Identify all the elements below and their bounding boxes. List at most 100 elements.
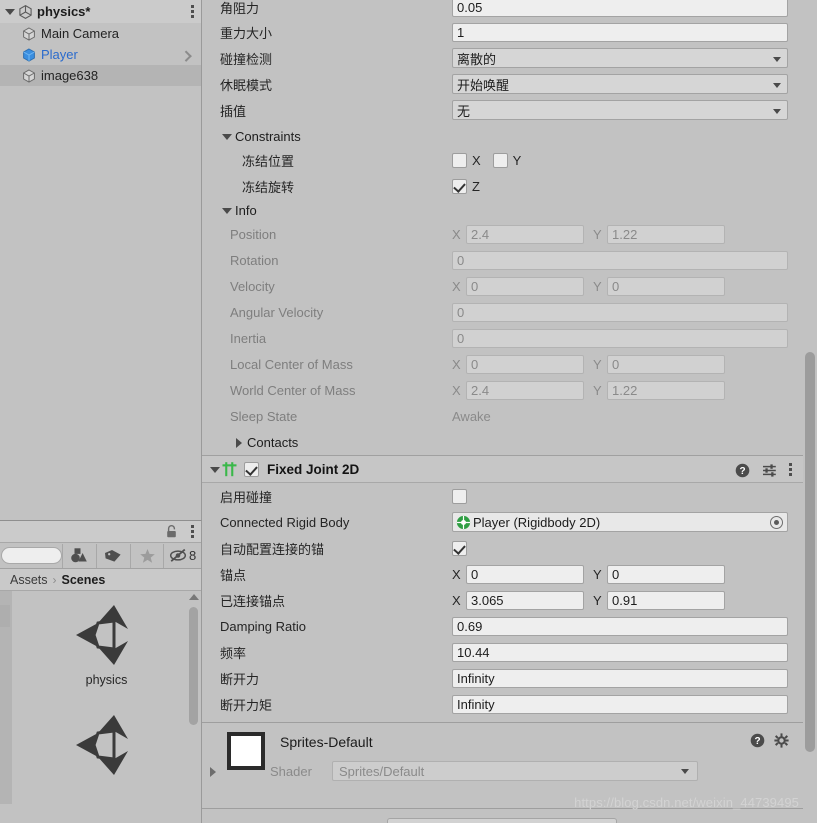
asset-item[interactable] xyxy=(12,701,201,804)
axis-x-label: X xyxy=(452,356,461,372)
chevron-down-icon xyxy=(773,83,781,88)
axis-y-label: Y xyxy=(593,566,602,582)
interpolate-dropdown[interactable]: 无 xyxy=(452,100,788,120)
inertia-value: 0 xyxy=(452,328,788,348)
sleeping-mode-dropdown[interactable]: 开始唤醒 xyxy=(452,74,788,94)
component-kebab-menu-icon[interactable] xyxy=(789,463,793,477)
world-center-y-value: 1.22 xyxy=(607,380,725,400)
chevron-right-icon[interactable] xyxy=(180,50,192,62)
axis-x-label: X xyxy=(452,226,461,242)
hierarchy-kebab-menu-icon[interactable] xyxy=(191,4,195,19)
contacts-section-header[interactable]: Contacts xyxy=(202,429,803,455)
constraints-title: Constraints xyxy=(235,128,301,144)
connected-anchor-x-input[interactable]: 3.065 xyxy=(466,590,584,610)
inspector-content: 角阻力 0.05 重力大小 1 碰撞检测 离散的 休眠模式 开始唤醒 插值 无 … xyxy=(202,0,803,823)
project-kebab-menu-icon[interactable] xyxy=(191,524,195,539)
inspector-panel: 角阻力 0.05 重力大小 1 碰撞检测 离散的 休眠模式 开始唤醒 插值 无 … xyxy=(202,0,817,823)
dropdown-value: 开始唤醒 xyxy=(457,77,510,93)
project-scrollbar[interactable] xyxy=(188,591,200,804)
component-header-fixed-joint-2d[interactable]: Fixed Joint 2D ? xyxy=(202,455,803,483)
property-label: Inertia xyxy=(230,330,267,346)
shader-value: Sprites/Default xyxy=(339,763,425,779)
info-section-header[interactable]: Info xyxy=(202,199,803,221)
freeze-position-x-checkbox[interactable] xyxy=(452,152,467,168)
gear-icon[interactable] xyxy=(774,733,789,748)
chevron-down-icon xyxy=(681,769,689,774)
break-torque-input[interactable]: Infinity xyxy=(452,694,788,714)
property-row-break-force: 断开力 Infinity xyxy=(202,665,803,691)
inspector-scrollbar-thumb[interactable] xyxy=(805,352,815,752)
breadcrumb-current[interactable]: Scenes xyxy=(62,573,106,587)
help-icon[interactable]: ? xyxy=(750,733,765,748)
frequency-input[interactable]: 10.44 xyxy=(452,642,788,662)
project-titlebar xyxy=(0,521,201,543)
hierarchy-item-player[interactable]: Player xyxy=(0,44,201,65)
hierarchy-item-main-camera[interactable]: Main Camera xyxy=(0,23,201,44)
property-row-angular-drag: 角阻力 0.05 xyxy=(202,0,803,19)
auto-configure-connected-anchor-checkbox[interactable] xyxy=(452,540,467,556)
property-row-connected-rigid-body: Connected Rigid Body Player (Rigidbody 2… xyxy=(202,509,803,535)
asset-item[interactable]: physics xyxy=(12,591,201,701)
svg-text:?: ? xyxy=(739,466,745,477)
unity-scene-icon xyxy=(19,4,32,19)
constraints-foldout-icon[interactable] xyxy=(220,130,233,143)
property-label: 插值 xyxy=(220,103,247,119)
label-filter-button[interactable] xyxy=(96,543,130,568)
lock-icon[interactable] xyxy=(166,525,177,538)
component-foldout-icon[interactable] xyxy=(208,463,221,476)
property-label: 休眠模式 xyxy=(220,77,273,93)
connected-anchor-y-input[interactable]: 0.91 xyxy=(607,590,725,610)
scene-foldout-icon[interactable] xyxy=(3,5,16,18)
material-header-icons: ? xyxy=(750,733,789,748)
hidden-assets-button[interactable]: 8 xyxy=(163,543,201,568)
collision-detection-dropdown[interactable]: 离散的 xyxy=(452,48,788,68)
project-search-input[interactable] xyxy=(1,547,63,564)
shader-dropdown[interactable]: Sprites/Default xyxy=(332,761,698,781)
component-enabled-checkbox[interactable] xyxy=(244,461,259,477)
constraints-section-header[interactable]: Constraints xyxy=(202,125,803,147)
property-label: Angular Velocity xyxy=(230,304,324,320)
property-label: 自动配置连接的锚 xyxy=(220,541,325,557)
property-label: 断开力矩 xyxy=(220,697,273,713)
freeze-position-y-checkbox[interactable] xyxy=(492,152,508,168)
help-icon[interactable]: ? xyxy=(735,463,750,478)
hierarchy-scene-row[interactable]: physics* xyxy=(0,0,201,23)
connected-rigid-body-object-field[interactable]: Player (Rigidbody 2D) xyxy=(452,512,788,532)
contacts-foldout-icon[interactable] xyxy=(232,436,245,449)
hierarchy-item-label: image638 xyxy=(41,68,99,83)
axis-y-label: Y xyxy=(512,152,522,168)
freeze-rotation-z-checkbox[interactable] xyxy=(452,178,467,194)
angular-drag-input[interactable]: 0.05 xyxy=(452,0,788,17)
axis-y-label: Y xyxy=(593,592,602,608)
axis-y-label: Y xyxy=(593,226,602,242)
favorite-filter-button[interactable] xyxy=(129,543,164,568)
unity-scene-icon xyxy=(75,715,128,775)
material-foldout-icon[interactable] xyxy=(210,767,216,777)
component-header-icons: ? xyxy=(735,456,793,484)
hierarchy-item-image638[interactable]: image638 xyxy=(0,65,201,86)
info-foldout-icon[interactable] xyxy=(220,204,233,217)
add-component-button[interactable] xyxy=(387,818,617,823)
breadcrumb-root[interactable]: Assets xyxy=(10,573,48,587)
project-breadcrumb: Assets › Scenes xyxy=(0,569,201,591)
material-preview-swatch[interactable] xyxy=(227,732,265,770)
project-scrollbar-thumb[interactable] xyxy=(189,607,198,725)
panel-split-handle[interactable] xyxy=(0,605,10,627)
preset-icon[interactable] xyxy=(762,463,777,478)
anchor-x-input[interactable]: 0 xyxy=(466,564,584,584)
inspector-scrollbar[interactable] xyxy=(803,0,816,823)
object-picker-icon[interactable] xyxy=(770,516,783,529)
hierarchy-panel: physics* Main Camera Player image638 xyxy=(0,0,202,520)
break-force-input[interactable]: Infinity xyxy=(452,668,788,688)
hierarchy-item-label: Main Camera xyxy=(41,26,120,41)
anchor-y-input[interactable]: 0 xyxy=(607,564,725,584)
gravity-scale-input[interactable]: 1 xyxy=(452,22,788,42)
asset-type-filter-button[interactable] xyxy=(62,543,96,568)
property-row-damping-ratio: Damping Ratio 0.69 xyxy=(202,613,803,639)
property-label: 频率 xyxy=(220,645,247,661)
material-block: Sprites-Default Shader Sprites/Default ? xyxy=(202,722,803,784)
scroll-up-arrow-icon[interactable] xyxy=(189,594,199,600)
left-column: physics* Main Camera Player image638 8 A… xyxy=(0,0,202,823)
enable-collision-checkbox[interactable] xyxy=(452,488,467,504)
damping-ratio-input[interactable]: 0.69 xyxy=(452,616,788,636)
